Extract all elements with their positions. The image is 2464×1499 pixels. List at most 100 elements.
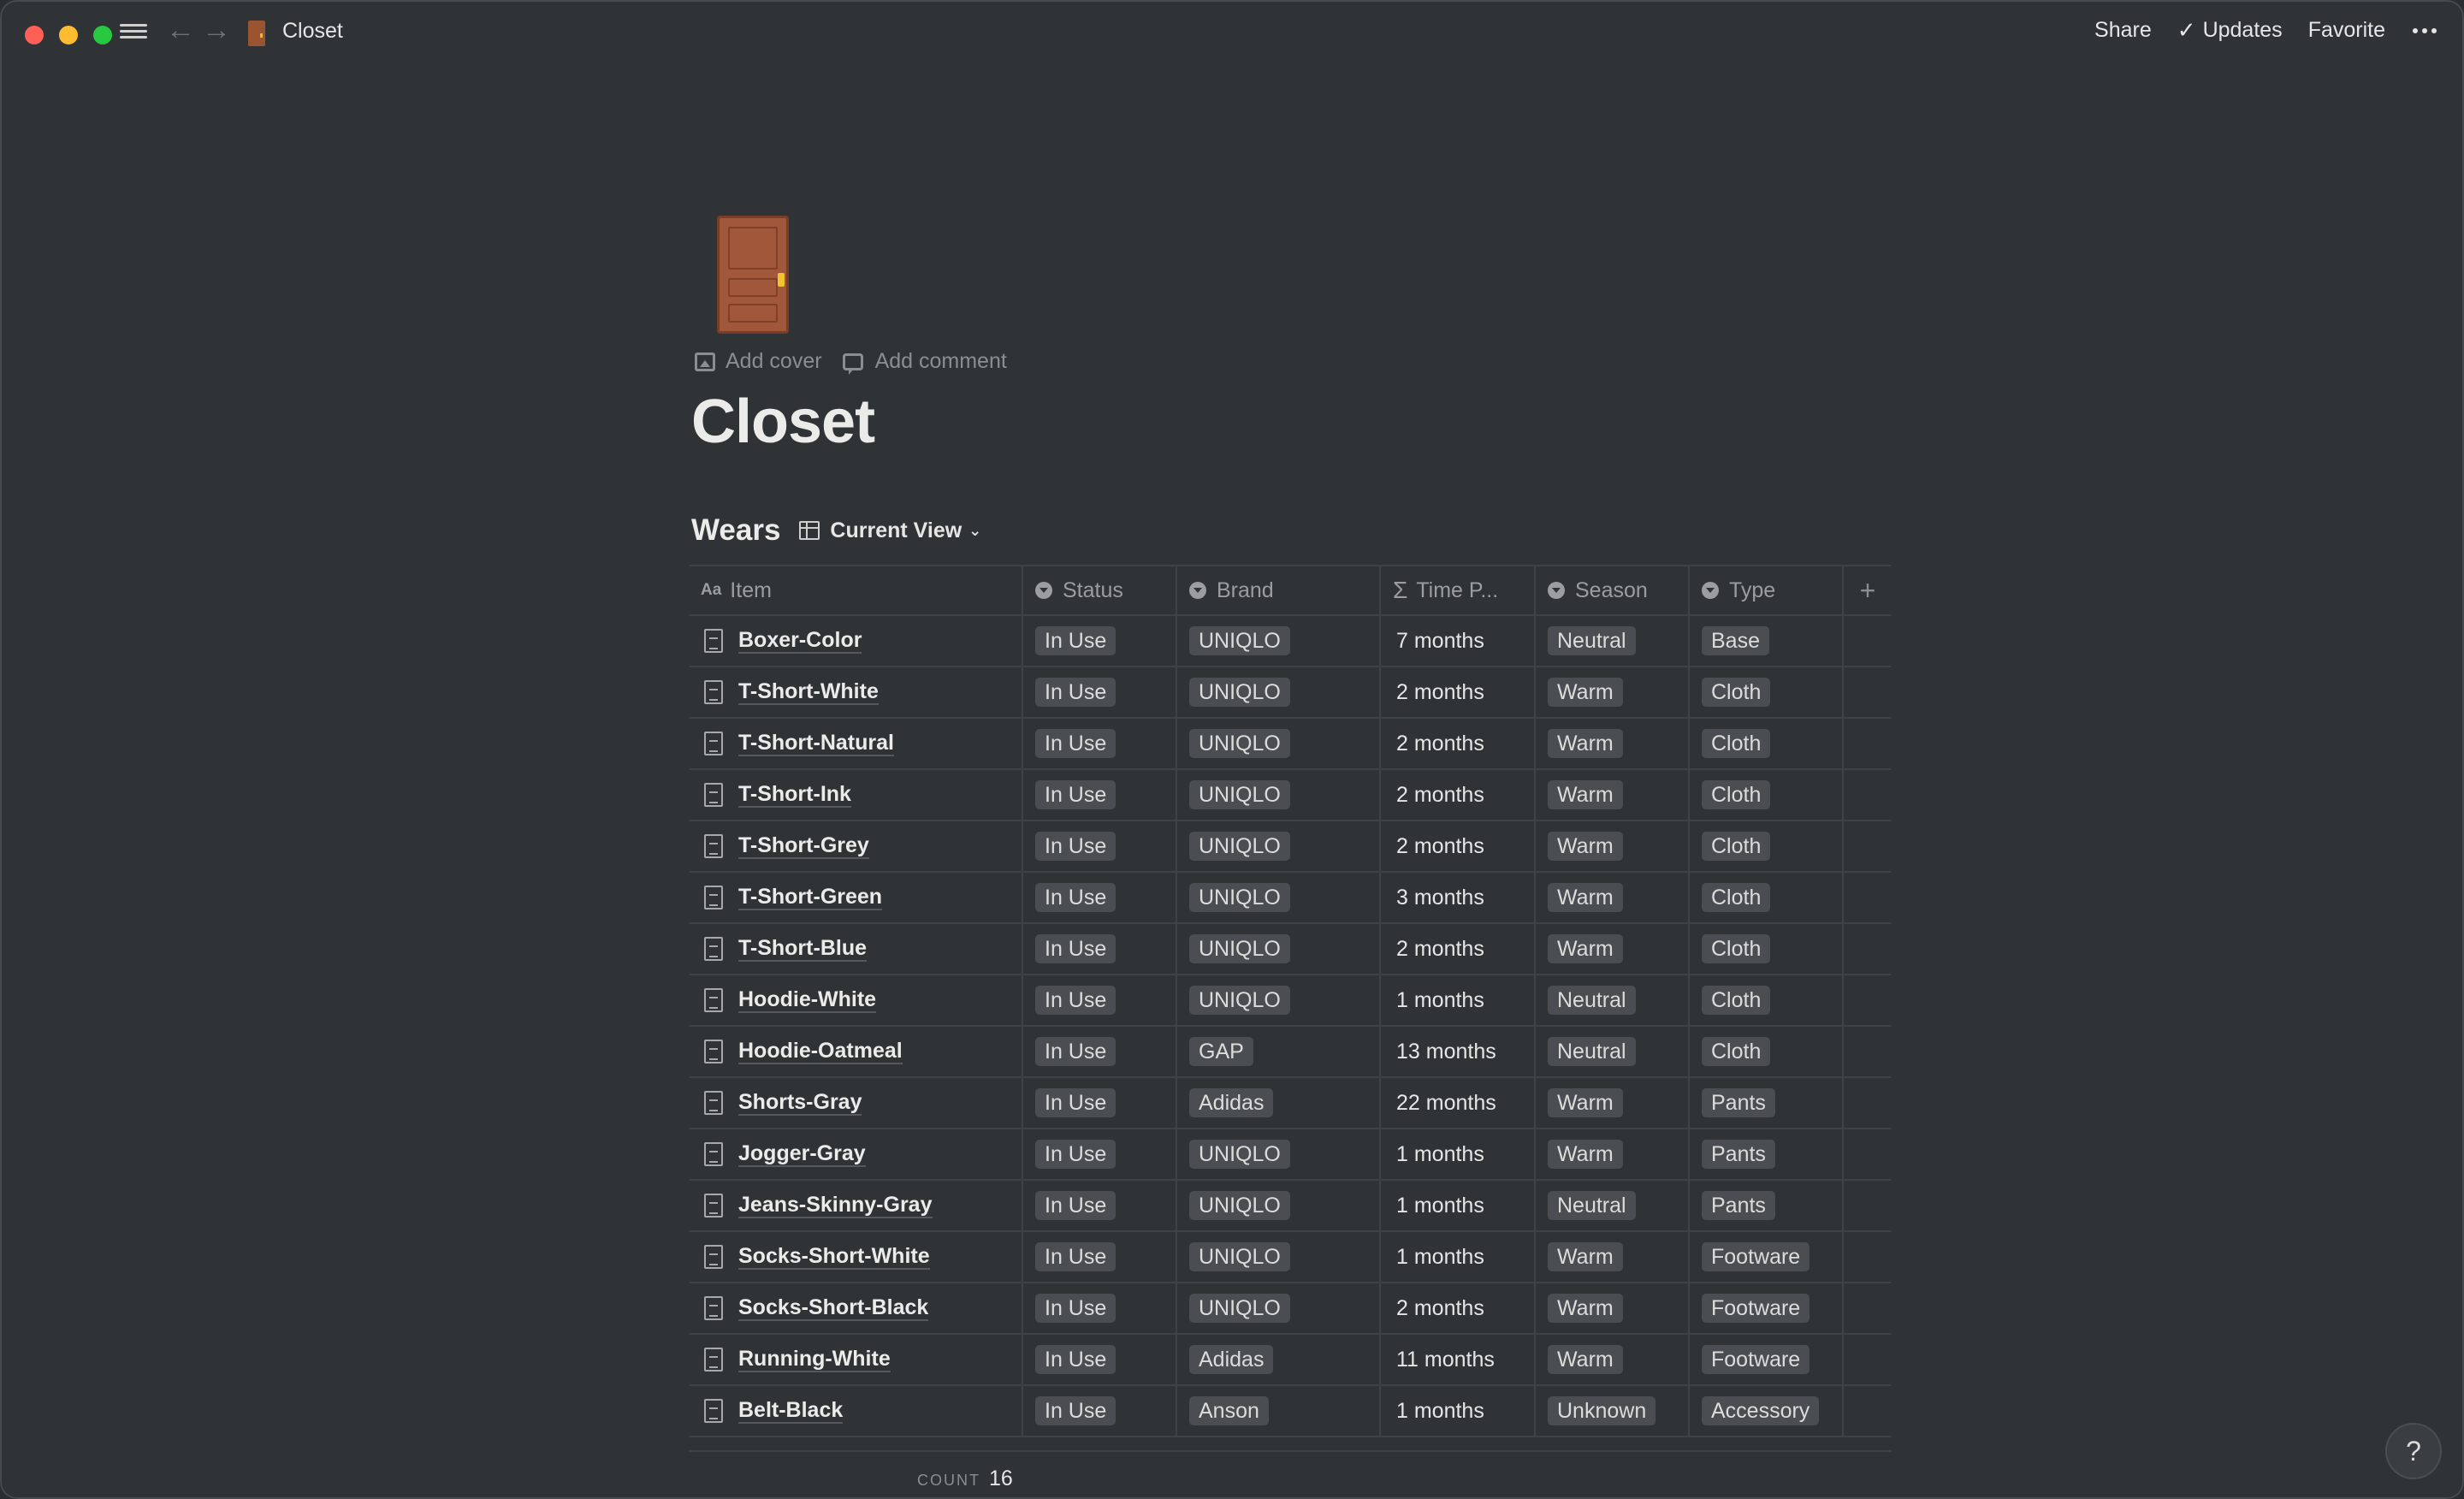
item-cell[interactable]: T-Short-White	[689, 667, 1023, 717]
type-cell[interactable]: Pants	[1690, 1078, 1844, 1128]
season-cell[interactable]: Warm	[1536, 667, 1690, 717]
close-window-button[interactable]	[25, 26, 44, 44]
item-name[interactable]: Running-White	[738, 1347, 891, 1372]
status-cell[interactable]: In Use	[1023, 1181, 1177, 1230]
item-name[interactable]: T-Short-Grey	[738, 833, 869, 859]
table-row[interactable]: T-Short-Natural In Use UNIQLO 2 months Warm C…	[689, 719, 1892, 770]
share-button[interactable]: Share	[2094, 18, 2152, 43]
table-row[interactable]: Hoodie-Oatmeal In Use GAP 13 months Neutral C…	[689, 1027, 1892, 1078]
type-cell[interactable]: Cloth	[1690, 719, 1844, 768]
brand-cell[interactable]: UNIQLO	[1177, 616, 1381, 666]
item-cell[interactable]: T-Short-Natural	[689, 719, 1023, 768]
brand-cell[interactable]: GAP	[1177, 1027, 1381, 1076]
forward-arrow-icon[interactable]: →	[202, 15, 231, 44]
status-cell[interactable]: In Use	[1023, 1232, 1177, 1282]
season-cell[interactable]: Warm	[1536, 1078, 1690, 1128]
table-row[interactable]: Jeans-Skinny-Gray In Use UNIQLO 1 months Neu…	[689, 1181, 1892, 1232]
season-cell[interactable]: Warm	[1536, 821, 1690, 871]
item-cell[interactable]: Hoodie-Oatmeal	[689, 1027, 1023, 1076]
table-row[interactable]: T-Short-Grey In Use UNIQLO 2 months Warm Clot…	[689, 821, 1892, 873]
zoom-window-button[interactable]	[93, 26, 112, 44]
type-cell[interactable]: Cloth	[1690, 924, 1844, 974]
table-row[interactable]: Socks-Short-White In Use UNIQLO 1 months War…	[689, 1232, 1892, 1283]
time-cell[interactable]: 2 months	[1381, 770, 1536, 820]
season-cell[interactable]: Warm	[1536, 1232, 1690, 1282]
item-cell[interactable]: Socks-Short-White	[689, 1232, 1023, 1282]
item-cell[interactable]: T-Short-Blue	[689, 924, 1023, 974]
item-cell[interactable]: Jeans-Skinny-Gray	[689, 1181, 1023, 1230]
table-row[interactable]: T-Short-Blue In Use UNIQLO 2 months Warm Clot…	[689, 924, 1892, 975]
time-cell[interactable]: 3 months	[1381, 873, 1536, 922]
time-cell[interactable]: 1 months	[1381, 1181, 1536, 1230]
time-cell[interactable]: 1 months	[1381, 1232, 1536, 1282]
brand-cell[interactable]: UNIQLO	[1177, 770, 1381, 820]
status-cell[interactable]: In Use	[1023, 821, 1177, 871]
help-button[interactable]: ?	[2385, 1423, 2442, 1479]
column-header-brand[interactable]: Brand	[1177, 566, 1381, 614]
status-cell[interactable]: In Use	[1023, 1283, 1177, 1333]
brand-cell[interactable]: Anson	[1177, 1386, 1381, 1436]
database-title[interactable]: Wears	[691, 513, 780, 548]
door-icon[interactable]	[717, 216, 789, 334]
table-row[interactable]: T-Short-White In Use UNIQLO 2 months Warm Clo…	[689, 667, 1892, 719]
type-cell[interactable]: Cloth	[1690, 1027, 1844, 1076]
type-cell[interactable]: Base	[1690, 616, 1844, 666]
season-cell[interactable]: Warm	[1536, 770, 1690, 820]
type-cell[interactable]: Footware	[1690, 1232, 1844, 1282]
season-cell[interactable]: Warm	[1536, 924, 1690, 974]
time-cell[interactable]: 2 months	[1381, 924, 1536, 974]
brand-cell[interactable]: UNIQLO	[1177, 1181, 1381, 1230]
status-cell[interactable]: In Use	[1023, 1335, 1177, 1384]
item-name[interactable]: T-Short-Ink	[738, 782, 851, 808]
type-cell[interactable]: Footware	[1690, 1283, 1844, 1333]
add-cover-button[interactable]: Add cover	[695, 349, 822, 374]
season-cell[interactable]: Warm	[1536, 1129, 1690, 1179]
breadcrumb-title[interactable]: Closet	[282, 19, 343, 44]
column-header-item[interactable]: Aa Item	[689, 566, 1023, 614]
type-cell[interactable]: Footware	[1690, 1335, 1844, 1384]
season-cell[interactable]: Warm	[1536, 873, 1690, 922]
sidebar-toggle-icon[interactable]	[120, 21, 147, 44]
table-row[interactable]: Running-White In Use Adidas 11 months Warm Fo…	[689, 1335, 1892, 1386]
page-title[interactable]: Closet	[691, 387, 875, 457]
time-cell[interactable]: 2 months	[1381, 667, 1536, 717]
time-cell[interactable]: 7 months	[1381, 616, 1536, 666]
time-cell[interactable]: 2 months	[1381, 719, 1536, 768]
status-cell[interactable]: In Use	[1023, 873, 1177, 922]
column-header-time[interactable]: Σ Time P...	[1381, 566, 1536, 614]
item-name[interactable]: T-Short-White	[738, 679, 879, 705]
item-cell[interactable]: Belt-Black	[689, 1386, 1023, 1436]
brand-cell[interactable]: UNIQLO	[1177, 667, 1381, 717]
item-name[interactable]: T-Short-Green	[738, 885, 883, 910]
brand-cell[interactable]: Adidas	[1177, 1078, 1381, 1128]
type-cell[interactable]: Accessory	[1690, 1386, 1844, 1436]
item-name[interactable]: T-Short-Blue	[738, 936, 867, 962]
status-cell[interactable]: In Use	[1023, 1129, 1177, 1179]
season-cell[interactable]: Warm	[1536, 719, 1690, 768]
item-name[interactable]: Boxer-Color	[738, 628, 862, 654]
count-summary[interactable]: COUNT 16	[917, 1466, 1013, 1491]
type-cell[interactable]: Cloth	[1690, 821, 1844, 871]
add-comment-button[interactable]: Add comment	[842, 349, 1007, 375]
column-header-type[interactable]: Type	[1690, 566, 1844, 614]
updates-button[interactable]: ✓ Updates	[2177, 17, 2283, 44]
season-cell[interactable]: Neutral	[1536, 1181, 1690, 1230]
item-name[interactable]: Socks-Short-Black	[738, 1295, 929, 1321]
season-cell[interactable]: Warm	[1536, 1283, 1690, 1333]
minimize-window-button[interactable]	[59, 26, 78, 44]
status-cell[interactable]: In Use	[1023, 1386, 1177, 1436]
time-cell[interactable]: 2 months	[1381, 821, 1536, 871]
brand-cell[interactable]: UNIQLO	[1177, 924, 1381, 974]
favorite-button[interactable]: Favorite	[2308, 18, 2385, 43]
type-cell[interactable]: Cloth	[1690, 975, 1844, 1025]
type-cell[interactable]: Cloth	[1690, 873, 1844, 922]
item-name[interactable]: Hoodie-Oatmeal	[738, 1039, 903, 1064]
item-cell[interactable]: Socks-Short-Black	[689, 1283, 1023, 1333]
item-name[interactable]: Socks-Short-White	[738, 1244, 930, 1270]
type-cell[interactable]: Cloth	[1690, 770, 1844, 820]
brand-cell[interactable]: UNIQLO	[1177, 719, 1381, 768]
table-row[interactable]: Shorts-Gray In Use Adidas 22 months Warm Pant…	[689, 1078, 1892, 1129]
table-row[interactable]: Socks-Short-Black In Use UNIQLO 2 months War…	[689, 1283, 1892, 1335]
item-name[interactable]: T-Short-Natural	[738, 731, 894, 756]
status-cell[interactable]: In Use	[1023, 770, 1177, 820]
